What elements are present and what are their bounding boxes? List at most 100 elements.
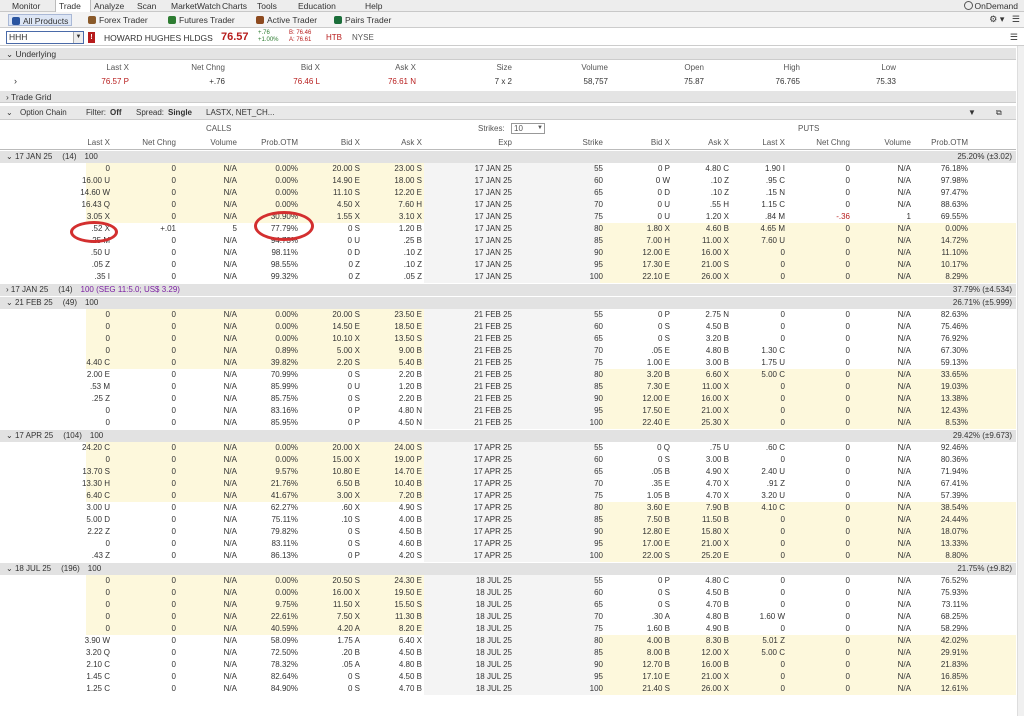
option-row[interactable]: 3.20 Q 0 N/A 72.50% .20 B 4.50 B 18 JUL 25 85 8.… (0, 647, 1016, 659)
column-header[interactable]: Net Chng (142, 136, 176, 150)
underlying-col-header[interactable]: Bid X (301, 61, 320, 75)
menu-education[interactable]: Education (298, 0, 336, 12)
option-row[interactable]: 0 0 N/A 0.00% 15.00 X 19.00 P 17 APR 25 60 0 S 3.… (0, 454, 1016, 466)
menu-icon[interactable]: ☰ (1012, 14, 1020, 24)
menu-analyze[interactable]: Analyze (94, 0, 124, 12)
option-row[interactable]: 0 0 N/A 9.75% 11.50 X 15.50 S 18 JUL 25 65 0 S 4.… (0, 599, 1016, 611)
option-row[interactable]: 3.90 W 0 N/A 58.09% 1.75 A 6.40 X 18 JUL 25 80 4… (0, 635, 1016, 647)
option-row[interactable]: 0 0 N/A 40.59% 4.20 A 8.20 E 18 JUL 25 75 1.60 B… (0, 623, 1016, 635)
menu-marketwatch[interactable]: MarketWatch (171, 0, 221, 12)
underlying-col-header[interactable]: Last X (106, 61, 129, 75)
underlying-col-header[interactable]: Net Chng (191, 61, 225, 75)
column-header[interactable]: Net Chng (816, 136, 850, 150)
popout-icon[interactable]: ⧉ (996, 106, 1002, 120)
chevron-down-icon[interactable]: ▾ (1000, 14, 1005, 24)
option-row[interactable]: .43 Z 0 N/A 86.13% 0 P 4.20 S 17 APR 25 100 22.0… (0, 550, 1016, 562)
option-row[interactable]: 2.10 C 0 N/A 78.32% .05 A 4.80 B 18 JUL 25 90 12… (0, 659, 1016, 671)
symbol-dropdown-icon[interactable]: ▼ (73, 32, 83, 43)
underlying-col-header[interactable]: Volume (581, 61, 608, 75)
option-row[interactable]: 16.00 U 0 N/A 0.00% 14.90 E 18.00 S 17 JAN 25 6… (0, 175, 1016, 187)
column-header[interactable]: Strike (583, 136, 603, 150)
vertical-scrollbar[interactable] (1017, 46, 1024, 716)
tab-futures-trader[interactable]: Futures Trader (168, 14, 235, 26)
option-row[interactable]: 14.60 W 0 N/A 0.00% 11.10 S 12.20 E 17 JAN 25 6… (0, 187, 1016, 199)
gear-icon[interactable]: ⚙ (989, 14, 997, 24)
column-header[interactable]: Ask X (401, 136, 422, 150)
underlying-col-header[interactable]: High (784, 61, 800, 75)
option-row[interactable]: 0 0 N/A 22.61% 7.50 X 11.30 B 18 JUL 25 70 .30 A… (0, 611, 1016, 623)
alert-flag-icon[interactable]: ! (88, 32, 95, 43)
option-row[interactable]: .25 M 0 N/A 94.73% 0 U .25 B 17 JAN 25 85 7.00 H… (0, 235, 1016, 247)
option-row[interactable]: .05 Z 0 N/A 98.55% 0 Z .10 Z 17 JAN 25 95 17.30 … (0, 259, 1016, 271)
expiration-header[interactable]: ⌄ 18 JUL 25 (196) 100 21.75% (±9.82) (0, 563, 1016, 575)
column-header[interactable]: Volume (884, 136, 911, 150)
chevron-down-icon[interactable]: ⌄ (6, 106, 13, 120)
expiration-header[interactable]: › 17 JAN 25 (14) 100 (SEG 11:5.0; US$ 3.29… (0, 284, 1016, 296)
option-row[interactable]: 2.22 Z 0 N/A 79.82% 0 S 4.50 B 17 APR 25 90 12.8… (0, 526, 1016, 538)
menu-tools[interactable]: Tools (257, 0, 277, 12)
option-row[interactable]: 13.30 H 0 N/A 21.76% 6.50 B 10.40 B 17 APR 25 7… (0, 478, 1016, 490)
layout-select[interactable]: LASTX, NET_CH... (206, 106, 274, 120)
option-row[interactable]: 16.43 Q 0 N/A 0.00% 4.50 X 7.60 H 17 JAN 25 70 0… (0, 199, 1016, 211)
option-row[interactable]: 24.20 C 0 N/A 0.00% 20.00 X 24.00 S 17 APR 25 5… (0, 442, 1016, 454)
option-row[interactable]: 6.40 C 0 N/A 41.67% 3.00 X 7.20 B 17 APR 25 75 1… (0, 490, 1016, 502)
underlying-section-header[interactable]: ⌄ Underlying (0, 48, 1016, 60)
option-row[interactable]: .52 X +.01 5 77.79% 0 S 1.20 B 17 JAN 25 80 1.80… (0, 223, 1016, 235)
underlying-col-header[interactable]: Open (684, 61, 704, 75)
expiration-header[interactable]: ⌄ 17 APR 25 (104) 100 29.42% (±9.673) (0, 430, 1016, 442)
trade-grid-header[interactable]: › Trade Grid (0, 91, 1016, 103)
symbol-input[interactable]: HHH ▼ (6, 31, 84, 44)
option-row[interactable]: .53 M 0 N/A 85.99% 0 U 1.20 B 21 FEB 25 85 7.30 … (0, 381, 1016, 393)
option-row[interactable]: 0 0 N/A 0.00% 14.50 E 18.50 E 21 FEB 25 60 0 S 4.… (0, 321, 1016, 333)
column-header[interactable]: Bid X (651, 136, 670, 150)
expiration-header[interactable]: ⌄ 21 FEB 25 (49) 100 26.71% (±5.999) (0, 297, 1016, 309)
option-row[interactable]: 0 0 N/A 83.11% 0 S 4.60 B 17 APR 25 95 17.00 E 21… (0, 538, 1016, 550)
underlying-col-header[interactable]: Low (881, 61, 896, 75)
filter-value[interactable]: Off (110, 106, 122, 120)
option-row[interactable]: 0 0 N/A 0.00% 20.00 S 23.50 E 21 FEB 25 55 0 P 2.… (0, 309, 1016, 321)
underlying-col-header[interactable]: Size (496, 61, 512, 75)
option-row[interactable]: 3.05 X 0 N/A 30.90% 1.55 X 3.10 X 17 JAN 25 75 0… (0, 211, 1016, 223)
option-row[interactable]: 0 0 N/A 0.00% 16.00 X 19.50 E 18 JUL 25 60 0 S 4.… (0, 587, 1016, 599)
option-row[interactable]: 0 0 N/A 0.00% 10.10 X 13.50 S 21 FEB 25 65 0 S 3.… (0, 333, 1016, 345)
column-header[interactable]: Prob.OTM (261, 136, 298, 150)
tab-active-trader[interactable]: Active Trader (256, 14, 317, 26)
spread-value[interactable]: Single (168, 106, 192, 120)
option-row[interactable]: .35 I 0 N/A 99.32% 0 Z .05 Z 17 JAN 25 100 22.10… (0, 271, 1016, 283)
collapse-icon[interactable]: ▼ (968, 106, 976, 120)
column-header[interactable]: Exp (498, 136, 512, 150)
menu-scan[interactable]: Scan (137, 0, 156, 12)
ondemand-button[interactable]: OnDemand (963, 0, 1018, 12)
option-row[interactable]: .50 U 0 N/A 98.11% 0 D .10 Z 17 JAN 25 90 12.00 … (0, 247, 1016, 259)
option-row[interactable]: 5.00 D 0 N/A 75.11% .10 S 4.00 B 17 APR 25 85 7.… (0, 514, 1016, 526)
menu-icon[interactable]: ☰ (1010, 32, 1018, 43)
option-row[interactable]: 0 0 N/A 85.95% 0 P 4.50 N 21 FEB 25 100 22.40 E 2… (0, 417, 1016, 429)
column-header[interactable]: Bid X (341, 136, 360, 150)
column-header[interactable]: Last X (762, 136, 785, 150)
option-row[interactable]: .25 Z 0 N/A 85.75% 0 S 2.20 B 21 FEB 25 90 12.00… (0, 393, 1016, 405)
menu-charts[interactable]: Charts (222, 0, 247, 12)
option-row[interactable]: 3.00 U 0 N/A 62.27% .60 X 4.90 S 17 APR 25 80 3.… (0, 502, 1016, 514)
column-header[interactable]: Prob.OTM (931, 136, 968, 150)
expiration-header[interactable]: ⌄ 17 JAN 25 (14) 100 25.20% (±3.02) (0, 151, 1016, 163)
tab-pairs-trader[interactable]: Pairs Trader (334, 14, 391, 26)
option-row[interactable]: 0 0 N/A 0.00% 20.50 S 24.30 E 18 JUL 25 55 0 P 4.… (0, 575, 1016, 587)
option-row[interactable]: 13.70 S 0 N/A 9.57% 10.80 E 14.70 E 17 APR 25 6… (0, 466, 1016, 478)
option-row[interactable]: 0 0 N/A 0.89% 5.00 X 9.00 B 21 FEB 25 70 .05 E 4.… (0, 345, 1016, 357)
column-header[interactable]: Ask X (708, 136, 729, 150)
menu-monitor[interactable]: Monitor (12, 0, 40, 12)
strikes-select[interactable]: 10 ▼ (511, 123, 545, 134)
menu-trade[interactable]: Trade (55, 0, 91, 12)
column-header[interactable]: Last X (87, 136, 110, 150)
option-row[interactable]: 0 0 N/A 0.00% 20.00 S 23.00 S 17 JAN 25 55 0 P 4.… (0, 163, 1016, 175)
tab-all-products[interactable]: All Products (8, 14, 73, 26)
option-row[interactable]: 1.45 C 0 N/A 82.64% 0 S 4.50 B 18 JUL 25 95 17.1… (0, 671, 1016, 683)
menu-help[interactable]: Help (365, 0, 382, 12)
tab-forex-trader[interactable]: Forex Trader (88, 14, 148, 26)
option-row[interactable]: 1.25 C 0 N/A 84.90% 0 S 4.70 B 18 JUL 25 100 21.… (0, 683, 1016, 695)
option-row[interactable]: 4.40 C 0 N/A 39.82% 2.20 S 5.40 B 21 FEB 25 75 1… (0, 357, 1016, 369)
chevron-right-icon[interactable]: › (14, 75, 17, 88)
option-row[interactable]: 2.00 E 0 N/A 70.99% 0 S 2.20 B 21 FEB 25 80 3.20… (0, 369, 1016, 381)
underlying-col-header[interactable]: Ask X (395, 61, 416, 75)
option-row[interactable]: 0 0 N/A 83.16% 0 P 4.80 N 21 FEB 25 95 17.50 E 21… (0, 405, 1016, 417)
